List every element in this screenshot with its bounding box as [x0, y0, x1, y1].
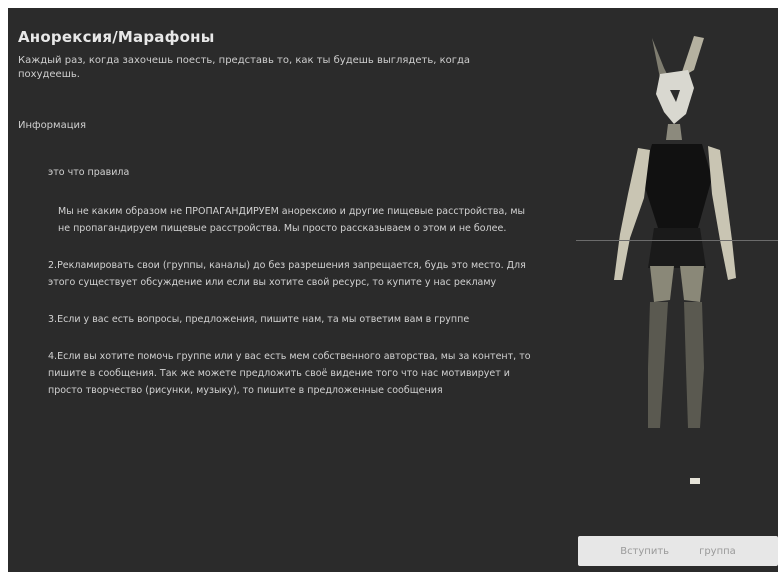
join-button-label: Вступить — [620, 545, 670, 557]
rule-item: 2.Рекламировать свои (группы, каналы) до… — [48, 260, 526, 288]
group-title: Анорексия/Марафоны — [18, 28, 215, 46]
info-section-label: Информация — [18, 120, 87, 131]
group-button-label: группа — [699, 545, 736, 557]
group-subtitle: Каждый раз, когда захочешь поесть, предс… — [18, 55, 471, 80]
rule-item: 3.Если у вас есть вопросы, предложения, … — [48, 314, 470, 325]
rule-item: 4.Если вы хотите помочь группе или у вас… — [48, 351, 531, 396]
rules-list: это что правила Мы не каким образом не П… — [48, 164, 538, 419]
group-info-panel: Анорексия/Марафоны Каждый раз, когда зах… — [8, 8, 778, 572]
rule-item: Мы не каким образом не ПРОПАГАНДИРУЕМ ан… — [58, 206, 525, 234]
join-group-button[interactable]: Вступить группа — [578, 536, 778, 566]
rules-heading: это что правила — [48, 167, 130, 178]
bunny-figure-illustration — [576, 36, 778, 484]
